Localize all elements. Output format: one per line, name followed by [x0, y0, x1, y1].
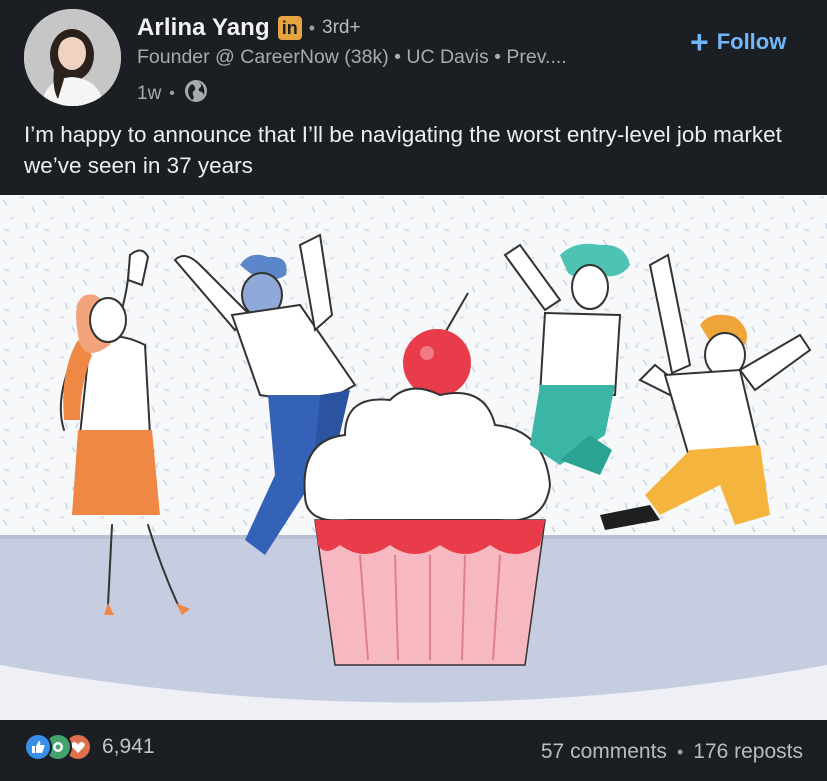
reactions-summary[interactable]: 6,941	[24, 733, 155, 761]
follow-label: Follow	[716, 29, 787, 54]
linkedin-premium-icon: in	[277, 16, 302, 40]
globe-icon	[183, 78, 209, 110]
separator-dot: •	[169, 85, 175, 102]
avatar[interactable]	[24, 9, 121, 106]
separator-dot: •	[676, 741, 684, 762]
connection-degree: 3rd+	[322, 17, 361, 38]
post-text: I’m happy to announce that I’ll be navig…	[24, 122, 782, 178]
post-header: Arlina Yang in • 3rd+ Founder @ CareerNo…	[0, 0, 827, 120]
author-name[interactable]: Arlina Yang	[137, 14, 270, 42]
post-image[interactable]	[0, 195, 827, 720]
author-headline: Founder @ CareerNow (38k) • UC Davis • P…	[137, 46, 567, 68]
post-time: 1w	[137, 83, 162, 104]
plus-icon: +	[690, 24, 709, 60]
post-footer: 6,941 57 comments • 176 reposts	[0, 720, 827, 781]
separator-dot: •	[308, 17, 316, 38]
like-icon	[24, 733, 52, 761]
reposts-count-link[interactable]: 176 reposts	[693, 740, 803, 764]
reaction-count: 6,941	[102, 735, 155, 758]
follow-button[interactable]: + Follow	[690, 26, 786, 58]
comments-count-link[interactable]: 57 comments	[541, 740, 667, 764]
